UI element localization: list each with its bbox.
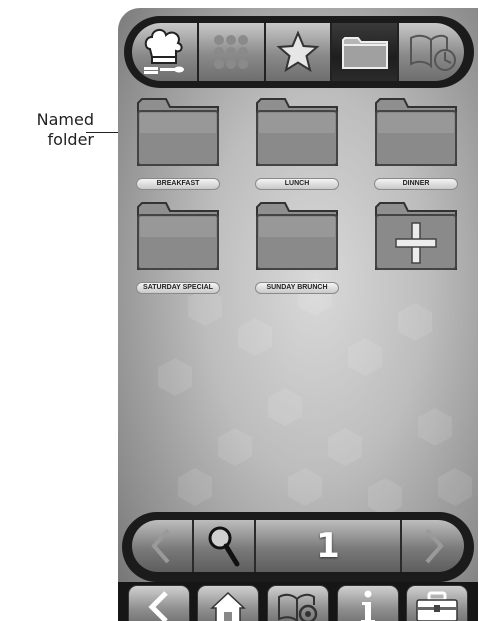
bg-hexagon	[288, 468, 322, 506]
home-icon	[210, 591, 247, 621]
pager-bar: 1	[122, 512, 474, 582]
device-screen: BREAKFAST LUNCH DINNER SATURDAY SPECIAL	[118, 8, 478, 621]
bg-hexagon	[178, 468, 212, 506]
next-page-button[interactable]	[402, 520, 464, 572]
folder-dinner[interactable]: DINNER	[374, 97, 458, 190]
bg-hexagon	[268, 388, 302, 426]
folder-breakfast[interactable]: BREAKFAST	[136, 97, 220, 190]
page-number: 1	[316, 526, 340, 566]
info-button[interactable]	[336, 585, 399, 621]
folder-label: SATURDAY SPECIAL	[136, 282, 220, 294]
pager-inner: 1	[132, 520, 464, 572]
settings-book-icon	[277, 593, 318, 621]
toolbox-icon	[416, 591, 458, 621]
tab-chef[interactable]	[132, 23, 199, 81]
prev-page-button[interactable]	[132, 520, 194, 572]
tab-folders[interactable]	[332, 23, 400, 81]
bg-hexagon	[158, 358, 192, 396]
recipe-book-icon	[409, 34, 456, 71]
folder-icon	[375, 98, 457, 166]
bg-hexagon	[398, 303, 432, 341]
bottom-nav	[118, 582, 478, 621]
tab-favorites[interactable]	[265, 23, 333, 81]
bg-hexagon	[348, 338, 382, 376]
search-icon	[208, 526, 240, 567]
folder-sunday-brunch[interactable]: SUNDAY BRUNCH	[255, 201, 339, 294]
recipe-settings-button[interactable]	[266, 585, 329, 621]
tab-recipe-book[interactable]	[399, 23, 464, 81]
toolbox-button[interactable]	[406, 585, 469, 621]
star-icon	[276, 30, 320, 73]
grid-icon	[214, 35, 249, 69]
top-tabs	[132, 23, 464, 81]
add-folder-button[interactable]	[374, 201, 458, 276]
chevron-right-icon	[425, 528, 444, 564]
annotation-callout: Named folder	[8, 110, 94, 150]
annotation-line-2: folder	[47, 130, 94, 149]
folder-icon	[256, 98, 338, 166]
bg-hexagon	[328, 428, 362, 466]
chef-hat-icon	[144, 29, 185, 74]
folder-saturday-special[interactable]: SATURDAY SPECIAL	[136, 201, 220, 294]
folder-label: DINNER	[374, 178, 458, 190]
back-arrow-icon	[148, 591, 168, 621]
bg-hexagon	[218, 428, 252, 466]
folder-label: BREAKFAST	[136, 178, 220, 190]
folder-icon	[256, 202, 338, 270]
top-tab-bar	[124, 16, 474, 88]
page-indicator: 1	[256, 520, 402, 572]
folder-icon	[341, 37, 388, 69]
annotation-line-1: Named	[36, 110, 94, 129]
home-button[interactable]	[197, 585, 260, 621]
search-button[interactable]	[194, 520, 256, 572]
bg-hexagon	[418, 408, 452, 446]
bg-hexagon	[238, 318, 272, 356]
back-button[interactable]	[127, 585, 190, 621]
folder-lunch[interactable]: LUNCH	[255, 97, 339, 190]
bg-hexagon	[368, 478, 402, 516]
folder-label: SUNDAY BRUNCH	[255, 282, 339, 294]
tab-grid[interactable]	[198, 23, 266, 81]
add-folder-icon	[375, 202, 457, 270]
folder-label: LUNCH	[255, 178, 339, 190]
bg-hexagon	[438, 468, 472, 506]
folder-icon	[137, 98, 219, 166]
info-icon	[360, 590, 375, 621]
chevron-left-icon	[151, 528, 170, 564]
folder-icon	[137, 202, 219, 270]
